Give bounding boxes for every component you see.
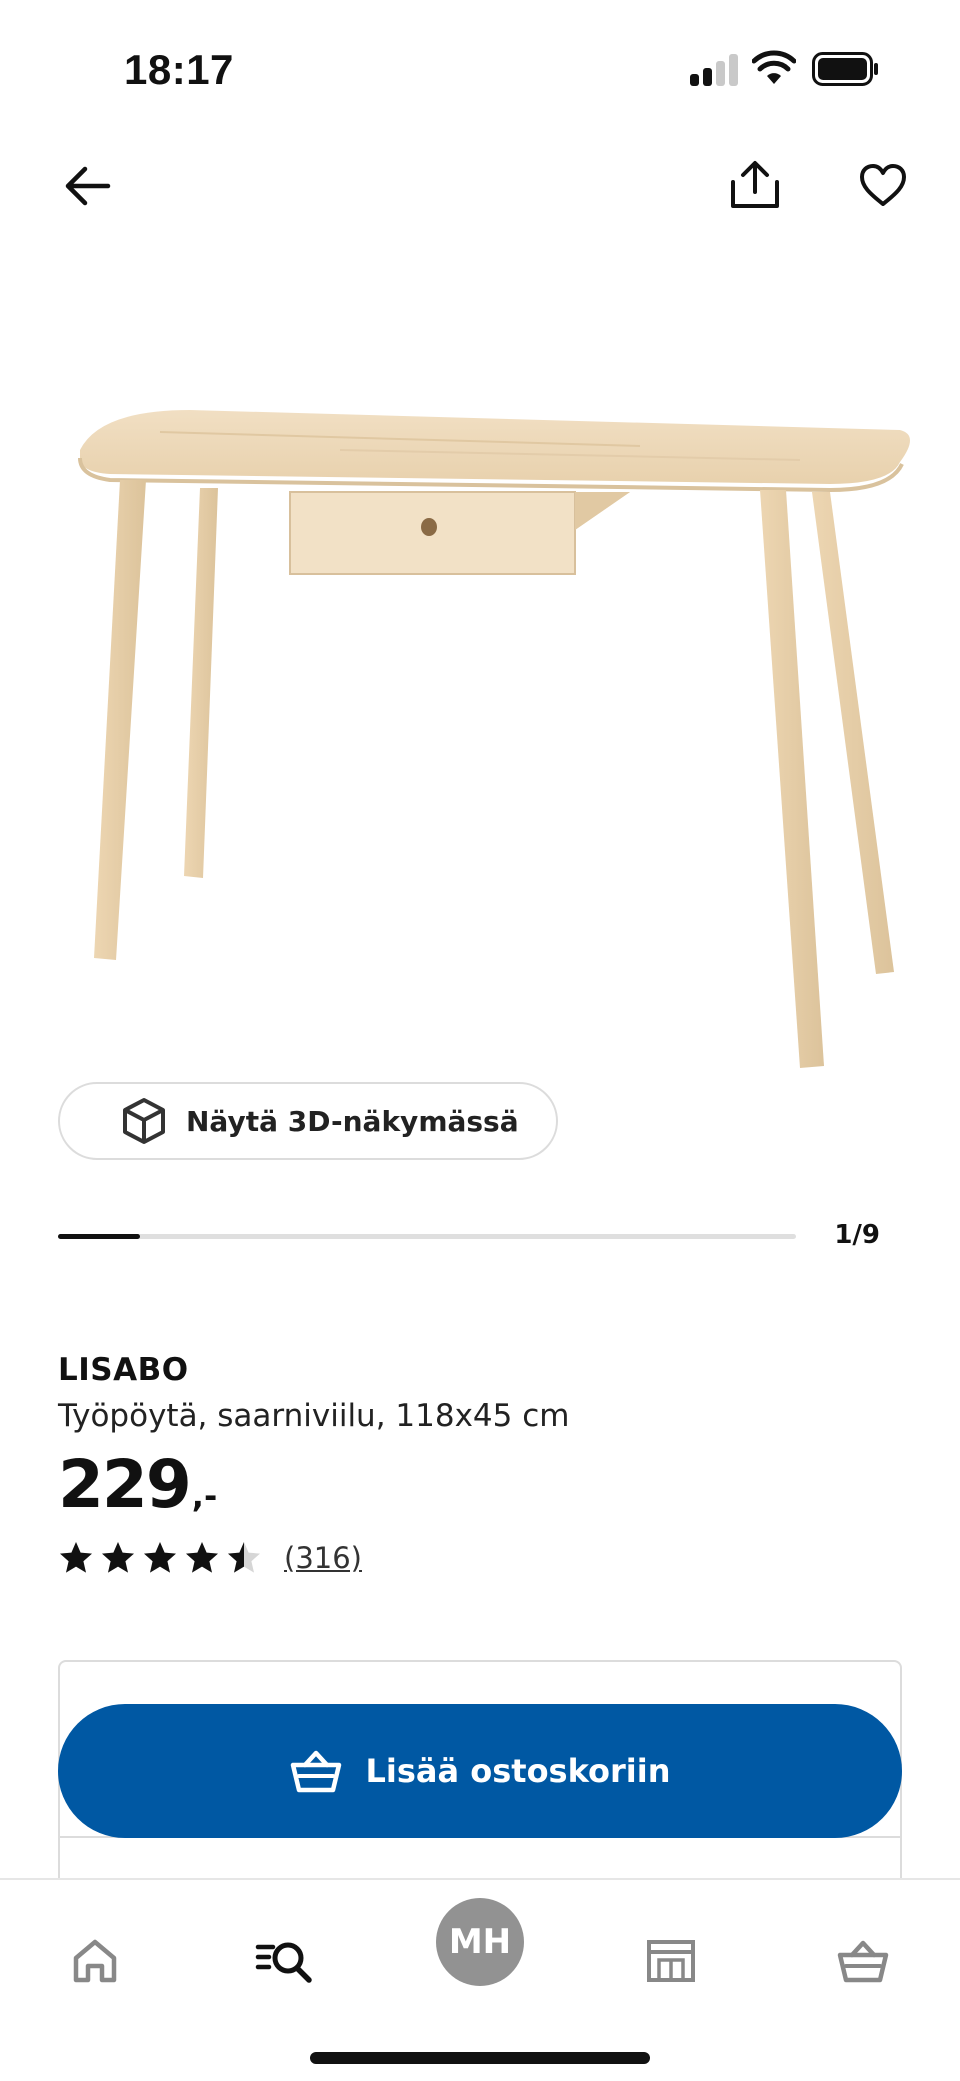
battery-icon [812,52,878,86]
product-price: 229 ,- [58,1446,217,1523]
heart-icon [860,164,906,206]
share-icon [731,161,779,208]
desk-product-image[interactable] [40,380,920,1080]
review-count-link[interactable]: (316) [284,1541,362,1575]
add-to-cart-label: Lisää ostoskoriin [365,1752,671,1790]
star-full-icon [60,1542,92,1573]
star-full-icon [102,1542,134,1573]
home-icon [73,1939,117,1983]
product-description: Työpöytä, saarniviilu, 118x45 cm [58,1398,570,1434]
tab-stores[interactable] [626,1916,716,2006]
status-bar: 18:17 [0,0,960,140]
wifi-icon [752,50,796,84]
bottom-nav-bar: MH [0,1878,960,2081]
star-full-icon [144,1542,176,1573]
back-button[interactable] [60,158,116,214]
status-time: 18:17 [124,46,234,93]
price-integer: 229 [58,1446,192,1523]
star-half-icon [228,1542,260,1573]
basket-icon [290,1750,341,1793]
gallery-progress-bar [58,1234,796,1239]
add-to-cart-button[interactable]: Lisää ostoskoriin [58,1704,902,1838]
cellular-signal-icon [690,54,738,86]
view-3d-button[interactable]: Näytä 3D-näkymässä [58,1082,558,1160]
arrow-left-icon [65,166,111,206]
basket-icon [837,1940,889,1983]
gallery-progress-fill [58,1234,140,1239]
tab-home[interactable] [50,1916,140,2006]
gallery-counter: 1/9 [834,1220,880,1250]
store-icon [647,1940,695,1982]
tab-cart[interactable] [818,1916,908,2006]
view-3d-label: Näytä 3D-näkymässä [186,1104,519,1138]
rating-stars [58,1540,268,1576]
share-button[interactable] [726,156,784,214]
cube-icon [123,1098,165,1144]
product-rating[interactable]: (316) [58,1540,362,1576]
tab-search[interactable] [240,1916,330,2006]
search-list-icon [255,1942,312,1983]
product-name: LISABO [58,1352,189,1388]
tab-profile-avatar[interactable]: MH [436,1898,524,1986]
star-full-icon [186,1542,218,1573]
price-suffix: ,- [191,1477,218,1515]
home-indicator [310,2052,650,2064]
favorite-button[interactable] [854,156,912,214]
